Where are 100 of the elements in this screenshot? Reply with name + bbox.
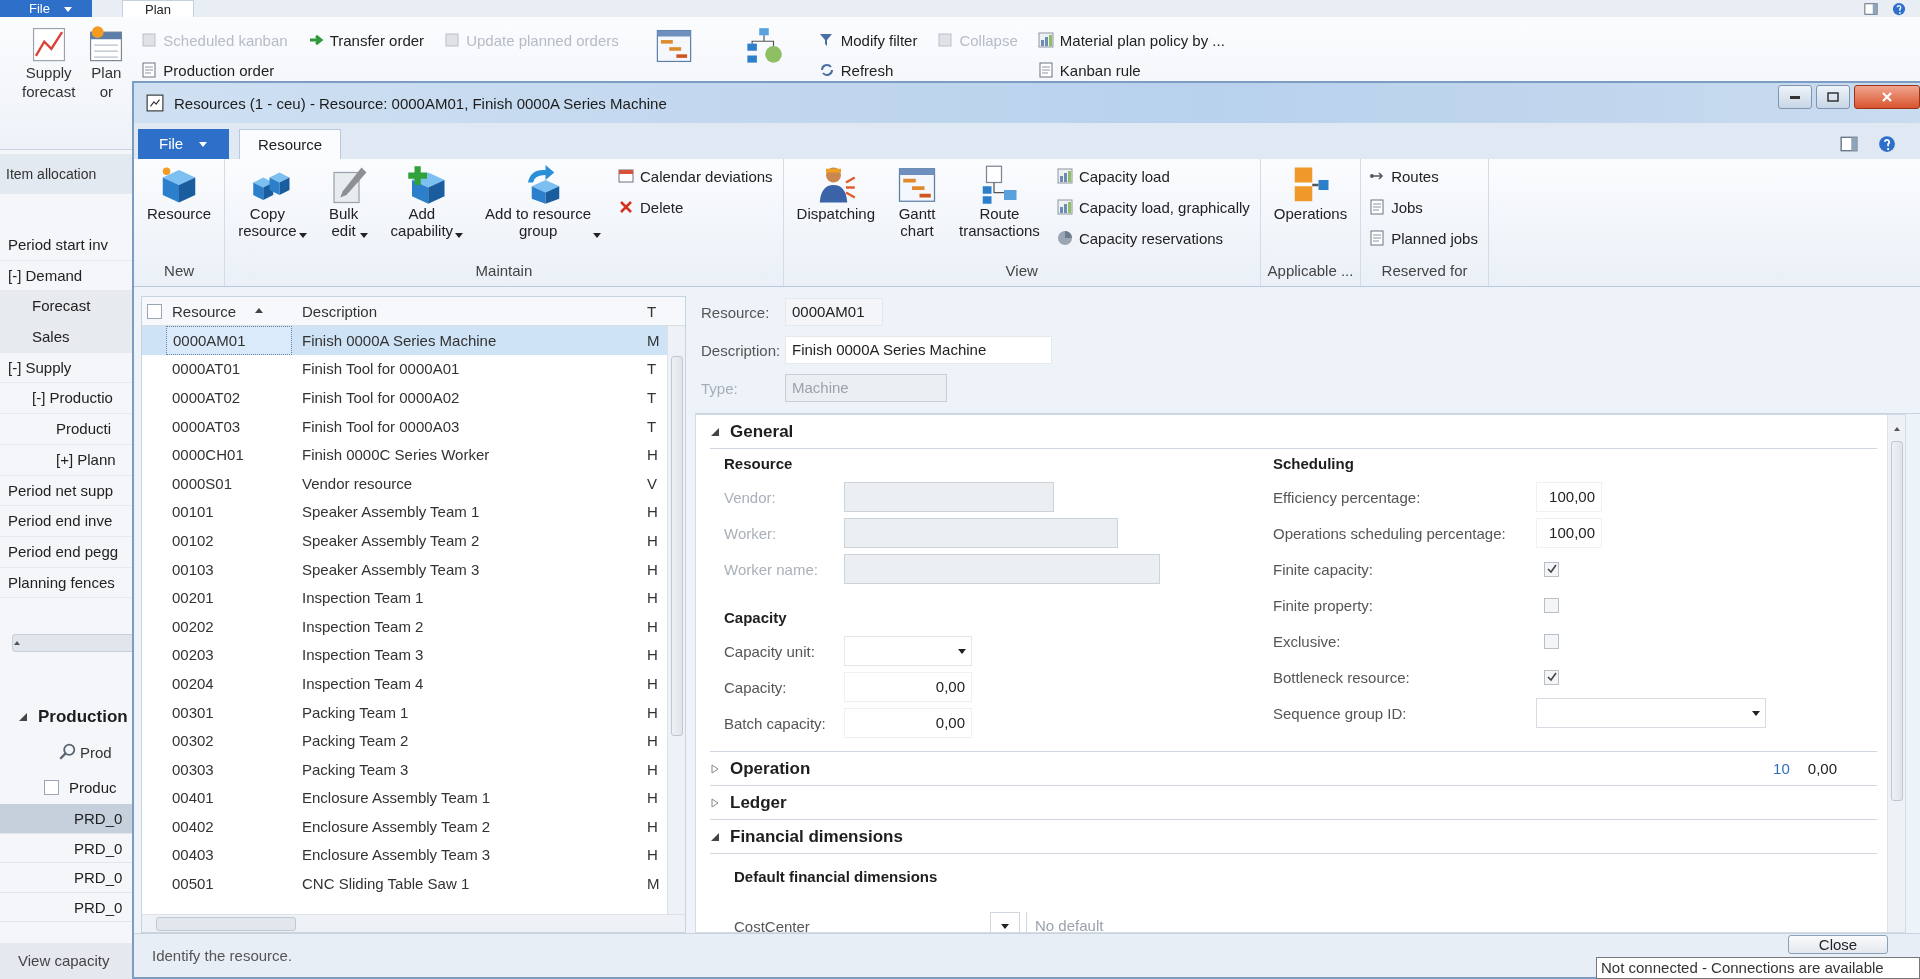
view-capacity-button[interactable]: View capacity — [0, 943, 134, 979]
table-row[interactable]: 0000S01 Vendor resource V — [142, 468, 667, 498]
table-row[interactable]: 0000AT02 Finish Tool for 0000A02 T — [142, 383, 667, 412]
table-row[interactable]: 0000CH01 Finish 0000C Series Worker H — [142, 440, 667, 469]
checkbox[interactable] — [44, 779, 59, 795]
input-field[interactable]: 100,00 — [1536, 518, 1602, 548]
table-cell-text: H — [647, 788, 659, 809]
table-row[interactable]: 00201 Inspection Team 1 H — [142, 583, 667, 612]
field-label: Efficiency percentage: — [1273, 488, 1422, 506]
ribbon-button[interactable]: Gantt chart — [886, 163, 948, 239]
checkbox[interactable] — [1544, 561, 1559, 577]
checkbox[interactable] — [1544, 633, 1559, 649]
table-row[interactable]: PRD_0 — [0, 804, 134, 834]
ribbon-button[interactable]: Routes — [1369, 163, 1478, 189]
table-row[interactable]: 0000AT03 Finish Tool for 0000A03 T — [142, 411, 667, 441]
dropdown-field[interactable] — [1536, 698, 1766, 728]
scrollbar[interactable] — [12, 634, 134, 653]
table-row[interactable]: 00204 Inspection Team 4 H — [142, 669, 667, 698]
summary-value[interactable]: 10 — [1773, 760, 1790, 777]
section-title[interactable]: Ledger — [730, 792, 787, 813]
ribbon-button-label[interactable]: Modify filter — [840, 31, 918, 49]
table-row[interactable]: 00501 CNC Sliding Table Saw 1 M — [142, 869, 667, 898]
ribbon-tab[interactable]: Plan — [122, 0, 195, 17]
ribbon-button[interactable]: Add capability — [379, 163, 475, 239]
table-row[interactable]: 00103 Speaker Assembly Team 3 H — [142, 554, 667, 584]
table-row[interactable]: 00101 Speaker Assembly Team 1 H — [142, 497, 667, 527]
close-button[interactable]: Close — [1788, 935, 1888, 954]
ribbon-button[interactable]: Copy resource — [227, 163, 318, 239]
group-title: Capacity — [724, 608, 788, 628]
ribbon-button[interactable]: Capacity load — [1056, 163, 1250, 189]
table-row[interactable]: 00203 Inspection Team 3 H — [142, 640, 667, 670]
close-button[interactable] — [1854, 85, 1920, 109]
table-cell-text: Packing Team 3 — [301, 759, 410, 780]
checkbox[interactable] — [1544, 597, 1559, 613]
field-label: Description: — [701, 341, 782, 359]
column-header[interactable]: Description — [292, 302, 647, 320]
input-field[interactable]: 0,00 — [844, 672, 972, 702]
search-button[interactable]: Prod — [58, 738, 134, 767]
input-field[interactable]: Finish 0000A Series Machine — [785, 336, 1052, 364]
dropdown-field[interactable] — [844, 636, 972, 666]
ribbon-button-label[interactable]: Supply forecast — [22, 63, 76, 101]
table-cell-text: H — [647, 502, 659, 523]
table-row[interactable]: 0000AT01 Finish Tool for 0000A01 T — [142, 354, 667, 384]
table-cell-text: Packing Team 2 — [301, 731, 410, 752]
ribbon-button[interactable]: Bulk edit — [317, 163, 380, 239]
gantt-chart-icon — [654, 27, 693, 65]
table-cell-text: M — [647, 330, 661, 351]
ribbon-button-label[interactable]: Refresh — [840, 61, 894, 79]
ribbon-button[interactable]: Capacity reservations — [1056, 225, 1250, 251]
section-title[interactable]: Operation — [730, 758, 811, 779]
ribbon-button[interactable]: Jobs — [1369, 194, 1478, 220]
table-row[interactable]: 00102 Speaker Assembly Team 2 H — [142, 526, 667, 555]
table-row[interactable]: 00303 Packing Team 3 H — [142, 754, 667, 784]
section-title[interactable]: Financial dimensions — [730, 826, 903, 847]
column-header: Produc — [69, 778, 117, 796]
table-cell-text: Enclosure Assembly Team 2 — [301, 816, 492, 837]
ribbon-button[interactable]: Resource — [136, 163, 223, 222]
scrollbar[interactable] — [667, 326, 685, 914]
panel-tab[interactable]: Item allocation — [0, 154, 134, 194]
table-row[interactable]: 00301 Packing Team 1 H — [142, 697, 667, 727]
tree-row[interactable]: Forecast — [0, 291, 134, 323]
scrollbar[interactable] — [1887, 415, 1905, 932]
ribbon-button[interactable]: Route transactions — [948, 163, 1051, 239]
input-field[interactable]: 0,00 — [844, 708, 972, 738]
ribbon-button-label[interactable]: Material plan policy by ... — [1059, 31, 1225, 49]
section-title[interactable]: Production — [38, 707, 128, 728]
ribbon-button-label[interactable]: Production order — [163, 61, 275, 79]
column-header[interactable]: T — [647, 302, 663, 320]
checkbox[interactable] — [1544, 669, 1559, 685]
file-menu-tab[interactable]: File — [138, 129, 229, 159]
tree-row[interactable]: Sales — [0, 322, 134, 353]
minimize-button[interactable] — [1778, 85, 1812, 109]
ribbon-button-label[interactable]: Plan or — [91, 63, 122, 101]
ribbon-button-label[interactable]: Kanban rule — [1059, 61, 1141, 79]
select-all-checkbox[interactable] — [146, 303, 162, 319]
ribbon-button[interactable]: Operations — [1262, 163, 1359, 222]
ribbon-tab[interactable]: Resource — [239, 129, 342, 159]
input-field[interactable]: 0000AM01 — [785, 298, 883, 326]
ribbon-button[interactable]: Calendar deviations — [618, 163, 773, 189]
scrollbar[interactable] — [142, 914, 685, 932]
table-row[interactable]: 00403 Enclosure Assembly Team 3 H — [142, 840, 667, 870]
status-text: Identify the resource. — [152, 947, 293, 964]
maximize-button[interactable] — [1816, 85, 1850, 109]
table-cell-text: H — [647, 673, 659, 694]
input-field[interactable]: 100,00 — [1536, 482, 1602, 512]
ribbon-button[interactable]: Capacity load, graphically — [1056, 194, 1250, 220]
ribbon-button-label[interactable]: Transfer order — [329, 31, 425, 49]
table-row[interactable]: 00402 Enclosure Assembly Team 2 H — [142, 812, 667, 841]
file-menu-tab[interactable]: File — [0, 0, 92, 17]
ribbon-button[interactable]: Dispatching — [785, 163, 886, 222]
table-row[interactable]: 00401 Enclosure Assembly Team 1 H — [142, 783, 667, 813]
ribbon-button[interactable]: Delete — [618, 194, 773, 220]
table-row[interactable]: 00202 Inspection Team 2 H — [142, 611, 667, 641]
section-title[interactable]: General — [730, 421, 794, 442]
table-row[interactable]: 0000AM01 Finish 0000A Series Machine M — [142, 326, 667, 355]
table-cell-text: T — [647, 416, 658, 437]
ribbon-button[interactable]: Add to resource group — [474, 163, 612, 239]
table-row[interactable]: 00302 Packing Team 2 H — [142, 726, 667, 755]
ribbon-button[interactable]: Planned jobs — [1369, 225, 1478, 251]
column-header[interactable]: Resource — [166, 302, 292, 320]
